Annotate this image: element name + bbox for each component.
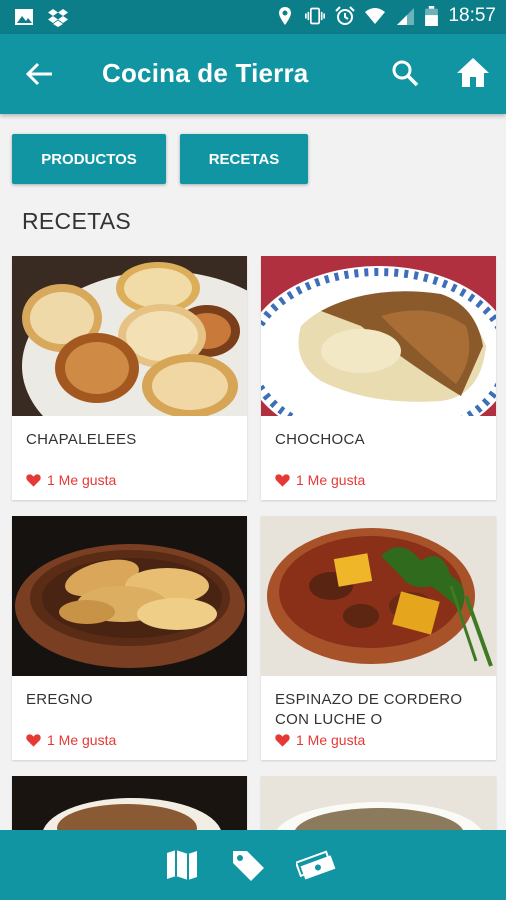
like-count[interactable]: 1 Me gusta (26, 732, 116, 748)
like-count[interactable]: 1 Me gusta (275, 472, 365, 488)
like-label: 1 Me gusta (47, 472, 117, 488)
heart-icon (275, 734, 290, 747)
wifi-icon (365, 8, 386, 24)
recipe-card-chochoca[interactable]: CHOCHOCA 1 Me gusta (261, 256, 496, 500)
recipe-name: EREGNO (26, 691, 93, 708)
battery-icon (425, 6, 439, 26)
recipe-card-partial[interactable] (12, 776, 247, 836)
productos-button[interactable]: PRODUCTOS (12, 134, 166, 184)
app-bar: Cocina de Tierra (0, 34, 506, 114)
status-time: 18:57 (448, 5, 496, 26)
back-arrow-icon[interactable] (24, 60, 54, 88)
vibrate-icon (305, 7, 326, 25)
like-label: 1 Me gusta (296, 732, 366, 748)
like-label: 1 Me gusta (47, 732, 117, 748)
map-icon[interactable] (164, 848, 200, 882)
page-title: Cocina de Tierra (102, 58, 309, 88)
like-label: 1 Me gusta (296, 472, 366, 488)
signal-icon (397, 8, 415, 25)
recipe-image[interactable] (261, 256, 496, 416)
money-icon[interactable] (296, 848, 336, 882)
recipe-image[interactable] (261, 516, 496, 676)
recipe-name: ESPINAZO DE CORDERO CON LUCHE O (275, 691, 463, 728)
image-icon (15, 9, 33, 25)
section-title: RECETAS (22, 208, 132, 234)
dropbox-icon (48, 9, 68, 27)
recipe-image[interactable] (12, 516, 247, 676)
recipe-card-eregno[interactable]: EREGNO 1 Me gusta (12, 516, 247, 760)
tag-icon[interactable] (230, 848, 266, 882)
recipe-image[interactable] (12, 776, 247, 836)
recetas-button[interactable]: RECETAS (180, 134, 308, 184)
heart-icon (275, 474, 290, 487)
heart-icon (26, 734, 41, 747)
heart-icon (26, 474, 41, 487)
location-icon (279, 7, 292, 25)
recipe-name: CHOCHOCA (275, 431, 365, 448)
recipe-card-chapalelees[interactable]: CHAPALELEES 1 Me gusta (12, 256, 247, 500)
recipe-card-espinazo[interactable]: ESPINAZO DE CORDERO CON LUCHE O 1 Me gus… (261, 516, 496, 760)
alarm-icon (335, 6, 356, 25)
bottom-navigation (0, 830, 506, 900)
home-icon[interactable] (456, 56, 490, 88)
recipe-image[interactable] (12, 256, 247, 416)
recipe-card-partial[interactable] (261, 776, 496, 836)
recipe-name: CHAPALELEES (26, 431, 137, 448)
search-icon[interactable] (390, 58, 420, 88)
recipe-image[interactable] (261, 776, 496, 836)
status-bar: 18:57 (0, 0, 506, 34)
like-count[interactable]: 1 Me gusta (275, 732, 365, 748)
like-count[interactable]: 1 Me gusta (26, 472, 116, 488)
